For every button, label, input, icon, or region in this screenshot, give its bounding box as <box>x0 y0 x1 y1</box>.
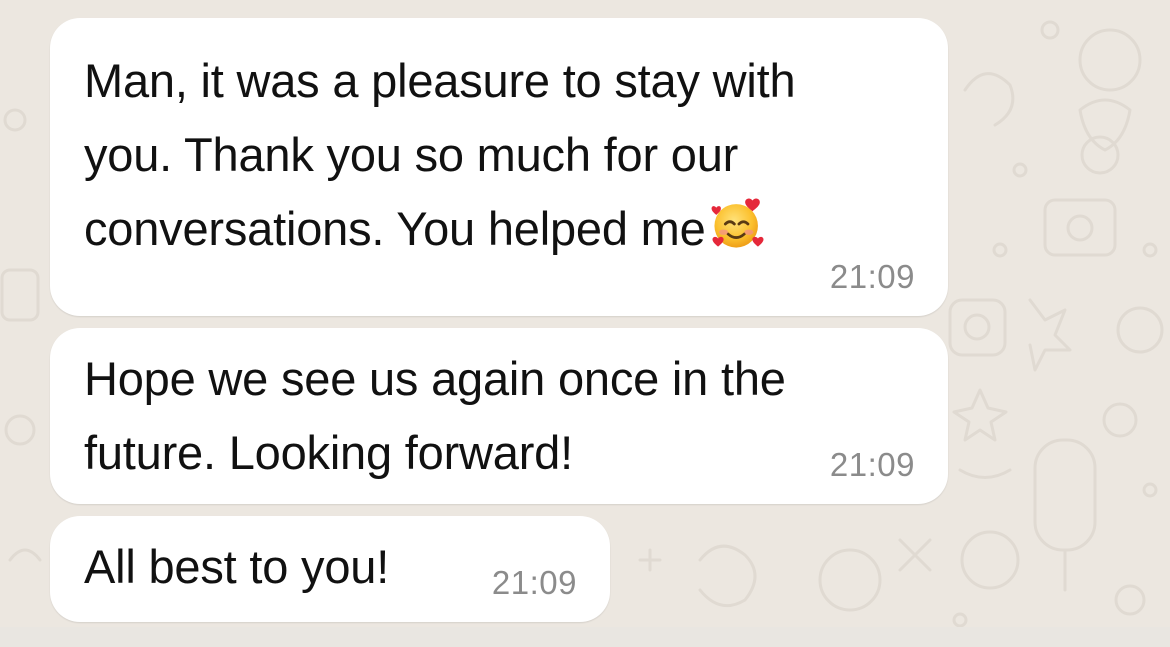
bottom-edge <box>0 627 1170 647</box>
message-line: Man, it was a pleasure to stay with <box>84 54 796 107</box>
message-line: you. Thank you so much for our <box>84 128 739 181</box>
message-timestamp: 21:09 <box>829 446 915 483</box>
message-line: future. Looking forward! <box>84 426 573 479</box>
message-bubble[interactable]: Hope we see us again once in the future. … <box>50 328 948 504</box>
message-bubble[interactable]: Man, it was a pleasure to stay with you. … <box>50 18 948 316</box>
message-text: Man, it was a pleasure to stay with you. … <box>84 44 796 266</box>
message-bubble[interactable]: All best to you! 21:09 <box>50 516 610 622</box>
message-text: All best to you! <box>84 530 389 604</box>
message-timestamp: 21:09 <box>491 564 577 601</box>
message-line: Hope we see us again once in the <box>84 352 786 405</box>
message-text: Hope we see us again once in the future. … <box>84 342 786 490</box>
message-line: conversations. You helped me <box>84 202 706 255</box>
message-line-with-emoji: conversations. You helped me <box>84 192 795 266</box>
message-timestamp: 21:09 <box>829 258 915 295</box>
message-line: All best to you! <box>84 540 390 593</box>
message-list: Man, it was a pleasure to stay with you. … <box>0 0 1170 647</box>
smiling-face-with-hearts-icon <box>711 198 764 248</box>
